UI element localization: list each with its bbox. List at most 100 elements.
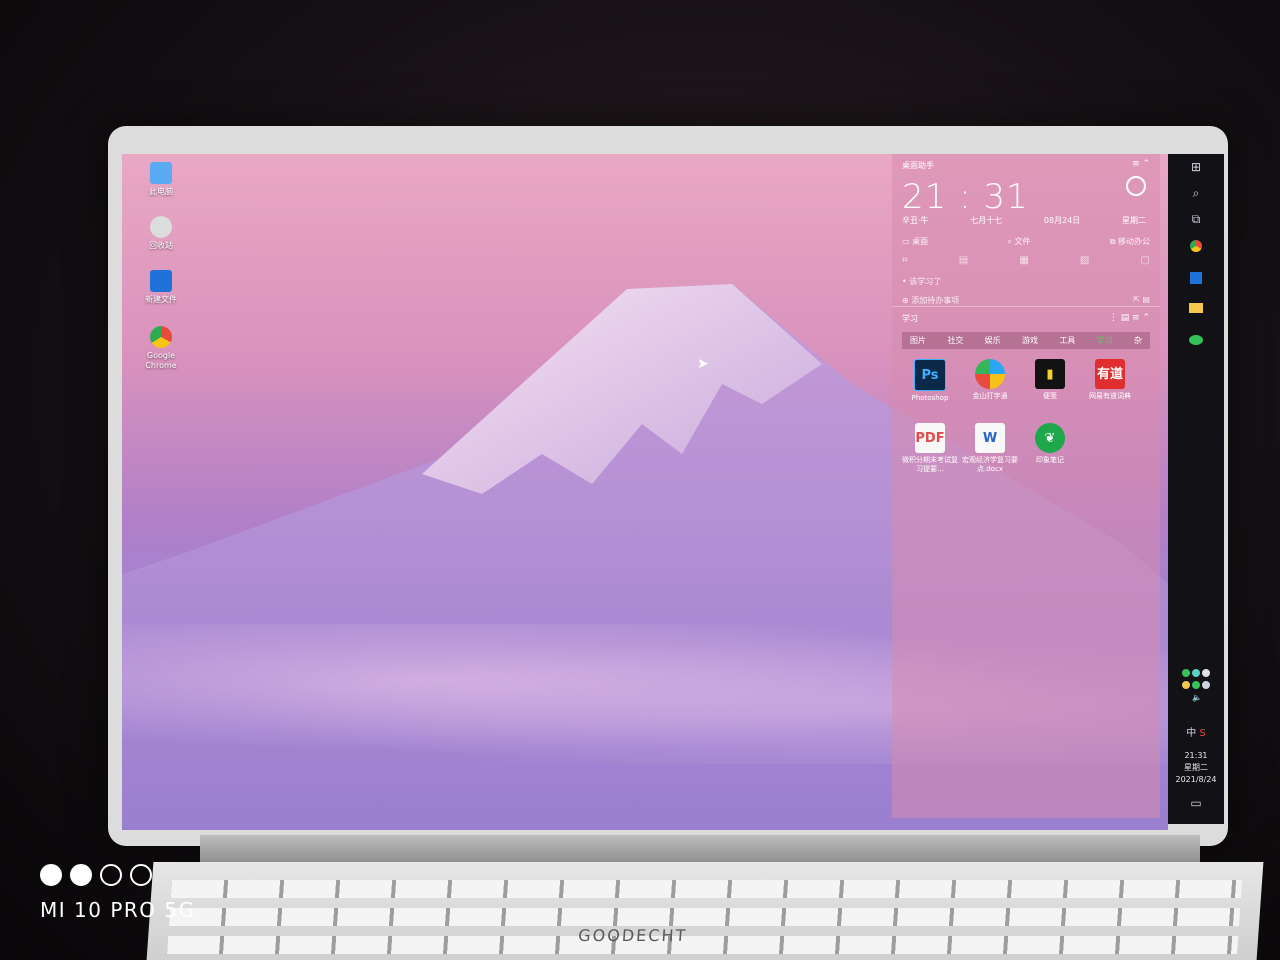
file-explorer-icon[interactable] bbox=[1168, 302, 1224, 316]
note-icon[interactable]: ▤ bbox=[959, 255, 968, 266]
desktop-icon-label: 回收站 bbox=[149, 241, 173, 250]
image-icon[interactable]: ▨ bbox=[1080, 255, 1089, 266]
weather-sun-icon bbox=[1126, 176, 1146, 196]
quick-tools: ⌗ ▤ ▦ ▨ ▢ bbox=[902, 255, 1150, 266]
file-macroeconomics-docx[interactable]: W 宏观经济学复习要点.docx bbox=[962, 423, 1018, 474]
search-icon[interactable]: ⌕ bbox=[1168, 186, 1224, 201]
volume-icon[interactable]: 🔈 bbox=[1192, 693, 1202, 702]
desktop-icon-label: Google Chrome bbox=[145, 351, 177, 370]
app-label: 便笺 bbox=[1043, 392, 1057, 400]
lunar-year: 辛丑·牛 bbox=[902, 216, 929, 225]
sogou-icon[interactable]: S bbox=[1199, 728, 1205, 739]
lunar-day: 七月十七 bbox=[970, 216, 1003, 225]
app-label: 网易有道词典 bbox=[1089, 392, 1131, 400]
file-calculus-pdf[interactable]: PDF 微积分期末考试复习提要... bbox=[902, 423, 958, 474]
camera-dots bbox=[40, 864, 196, 886]
app-youdao-dictionary[interactable]: 有道 网易有道词典 bbox=[1082, 359, 1138, 403]
todo-tools-icon[interactable]: ⇱ ▤ bbox=[1133, 295, 1150, 306]
app-shortcut-icon bbox=[150, 270, 172, 292]
todo-item[interactable]: • 该学习了 bbox=[902, 276, 1150, 287]
taskbar-app-icon[interactable] bbox=[1168, 272, 1224, 287]
app-typing-tutor[interactable]: 金山打字通 bbox=[962, 359, 1018, 403]
app-sticky-notes[interactable]: ▮ 便笺 bbox=[1022, 359, 1078, 403]
app-label: 印象笔记 bbox=[1036, 456, 1064, 464]
category-tabs: 图片 社交 娱乐 游戏 工具 学习 杂 bbox=[902, 332, 1150, 349]
taskbar-chrome-icon[interactable] bbox=[1168, 240, 1224, 255]
sticky-note-icon: ▮ bbox=[1035, 359, 1065, 389]
taskbar-clock[interactable]: 21:31 星期二 2021/8/24 bbox=[1168, 750, 1224, 786]
windows-start-icon[interactable]: ⊞ bbox=[1168, 160, 1224, 174]
dot-icon bbox=[130, 864, 152, 886]
add-todo-button[interactable]: ⊕ 添加待办事项 bbox=[902, 295, 959, 306]
desktop-icon-recycle-bin[interactable]: 回收站 bbox=[132, 216, 190, 251]
key-row bbox=[170, 880, 1243, 898]
tab-study[interactable]: 学习 bbox=[1097, 335, 1113, 346]
mouse-cursor-icon: ➤ bbox=[697, 356, 709, 372]
app-grid: Ps Photoshop 金山打字通 ▮ 便笺 有道 网易有道词典 PDF 微积… bbox=[902, 359, 1150, 474]
keyboard-brand: GOODECHT bbox=[577, 926, 688, 945]
mobile-office-button[interactable]: ⧉ 移动办公 bbox=[1110, 236, 1150, 247]
weekday: 星期二 bbox=[1121, 216, 1146, 225]
youdao-icon: 有道 bbox=[1095, 359, 1125, 389]
desktop-icon-this-pc[interactable]: 此电脑 bbox=[132, 162, 190, 197]
desktop-assistant-panel: 桌面助手 ≡ ⌃ 21 : 31 辛丑·牛 七月十七 08月24日 星期二 ▭ … bbox=[892, 154, 1160, 818]
watermark-brand: MI 10 PRO 5G bbox=[40, 898, 196, 922]
dot-icon bbox=[100, 864, 122, 886]
dot-icon bbox=[40, 864, 62, 886]
tab-tools[interactable]: 工具 bbox=[1059, 335, 1075, 346]
tab-games[interactable]: 游戏 bbox=[1022, 335, 1038, 346]
dot-icon bbox=[70, 864, 92, 886]
key-row bbox=[166, 936, 1239, 954]
app-label: 金山打字通 bbox=[972, 392, 1008, 400]
app-label: 微积分期末考试复习提要... bbox=[902, 456, 958, 473]
wechat-icon[interactable] bbox=[1168, 334, 1224, 348]
system-tray[interactable]: 🔈 bbox=[1168, 668, 1224, 702]
ime-indicator[interactable]: 中 S bbox=[1168, 724, 1224, 739]
section-controls-icon[interactable]: ⋮ ▤ ≡ ⌃ bbox=[1109, 313, 1150, 323]
app-evernote[interactable]: ❦ 印象笔记 bbox=[1022, 423, 1078, 474]
app-label: 宏观经济学复习要点.docx bbox=[962, 456, 1018, 473]
panel-title: 桌面助手 bbox=[902, 161, 934, 170]
laptop-hinge bbox=[200, 835, 1200, 865]
vertical-taskbar: ⊞ ⌕ ⧉ 🔈 中 S 21:31 星期二 2021/8/24 ▭ bbox=[1168, 154, 1224, 824]
desktop-icon-shortcut[interactable]: 新建文件 bbox=[132, 270, 190, 305]
panel-clock: 21 : 31 bbox=[902, 177, 1029, 217]
evernote-icon: ❦ bbox=[1035, 423, 1065, 453]
app-photoshop[interactable]: Ps Photoshop bbox=[902, 359, 958, 403]
taskbar-time: 21:31 bbox=[1184, 751, 1208, 760]
desktop-screen: 此电脑 回收站 新建文件 Google Chrome ➤ 桌面助手 ≡ ⌃ 21… bbox=[122, 154, 1168, 830]
lock-icon[interactable]: ▢ bbox=[1141, 255, 1150, 266]
crop-icon[interactable]: ⌗ bbox=[902, 255, 908, 266]
study-section: 学习 ⋮ ▤ ≡ ⌃ 图片 社交 娱乐 游戏 工具 学习 杂 Ps Photos… bbox=[892, 307, 1160, 480]
task-view-icon[interactable]: ⧉ bbox=[1168, 212, 1224, 227]
app-label: Photoshop bbox=[911, 394, 949, 402]
file-search-button[interactable]: ⌕ 文件 bbox=[1007, 236, 1030, 247]
date: 08月24日 bbox=[1043, 216, 1081, 225]
desktop-icon-label: 新建文件 bbox=[145, 295, 177, 304]
pdf-icon: PDF bbox=[915, 423, 945, 453]
camera-watermark: MI 10 PRO 5G bbox=[40, 864, 196, 922]
taskbar-date: 2021/8/24 bbox=[1175, 775, 1217, 784]
chrome-icon bbox=[150, 326, 172, 348]
tab-misc[interactable]: 杂 bbox=[1134, 335, 1142, 346]
photoshop-icon: Ps bbox=[914, 359, 946, 391]
desktop-icon-chrome[interactable]: Google Chrome bbox=[132, 326, 190, 371]
notification-icon[interactable]: ▭ bbox=[1168, 796, 1224, 810]
tool-row: ▭ 桌面 ⌕ 文件 ⧉ 移动办公 bbox=[902, 236, 1150, 247]
tab-entertainment[interactable]: 娱乐 bbox=[985, 335, 1001, 346]
assistant-header: 桌面助手 ≡ ⌃ 21 : 31 辛丑·牛 七月十七 08月24日 星期二 ▭ … bbox=[892, 154, 1160, 307]
computer-icon bbox=[150, 162, 172, 184]
desktop-button[interactable]: ▭ 桌面 bbox=[902, 236, 928, 247]
tab-social[interactable]: 社交 bbox=[947, 335, 963, 346]
taskbar-weekday: 星期二 bbox=[1184, 763, 1208, 772]
typing-tutor-icon bbox=[975, 359, 1005, 389]
tab-images[interactable]: 图片 bbox=[910, 335, 926, 346]
recycle-bin-icon bbox=[150, 216, 172, 238]
ime-label: 中 bbox=[1186, 728, 1197, 739]
add-todo-row: ⊕ 添加待办事项 ⇱ ▤ bbox=[902, 295, 1150, 306]
panel-controls[interactable]: ≡ ⌃ bbox=[1132, 159, 1150, 169]
desktop-icon-label: 此电脑 bbox=[149, 187, 173, 196]
calc-icon[interactable]: ▦ bbox=[1019, 255, 1028, 266]
laptop-keyboard: GOODECHT bbox=[146, 862, 1264, 960]
key-row bbox=[168, 908, 1241, 926]
